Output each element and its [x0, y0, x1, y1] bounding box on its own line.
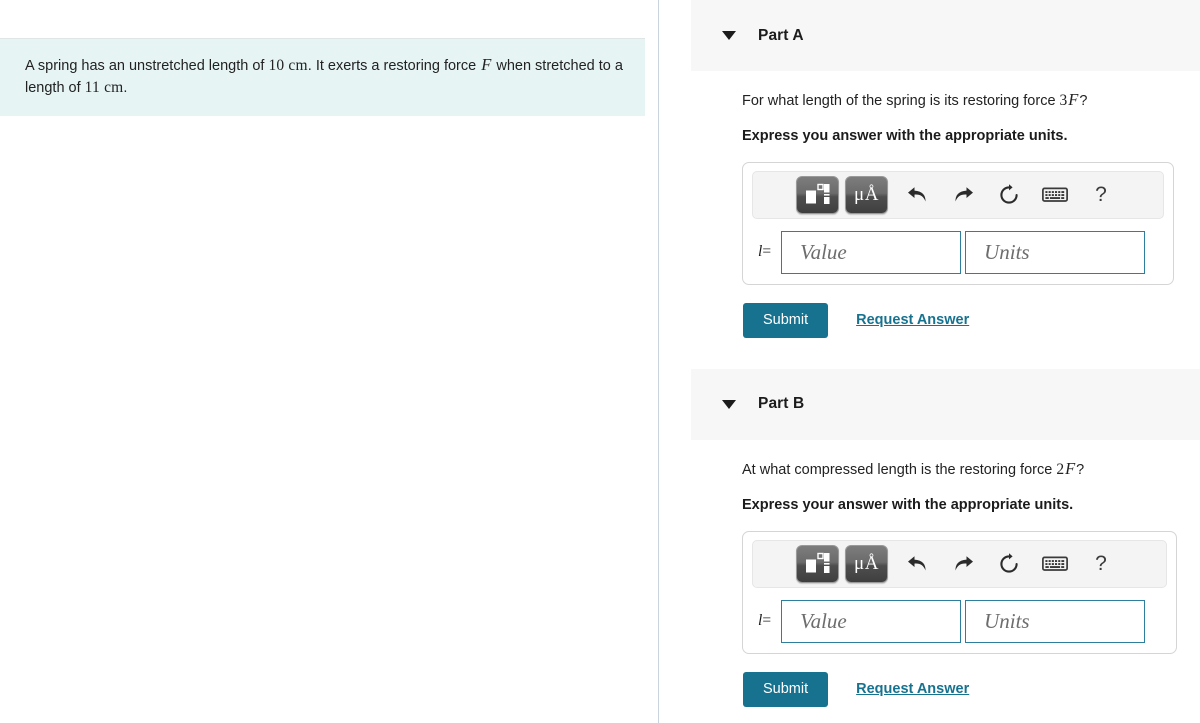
help-icon: ?	[1095, 551, 1107, 575]
template-icon	[806, 184, 830, 205]
part-a-answer-label: l=	[758, 243, 771, 261]
part-b-answer-equals: =	[762, 612, 772, 630]
part-a-toolbar: μÅ ?	[752, 170, 1164, 219]
part-b-question-prefix: At what compressed length is the restori…	[742, 461, 1057, 478]
part-b-instruction: Express your answer with the appropriate…	[742, 496, 1074, 513]
keyboard-button[interactable]	[1032, 176, 1078, 214]
part-a-value-input[interactable]: Value	[781, 230, 962, 274]
part-b-coefficient: 2	[1056, 460, 1065, 478]
problem-text-end: .	[123, 80, 128, 97]
part-b-answer-label: l=	[758, 612, 771, 630]
part-a-submit-button[interactable]: Submit	[743, 302, 829, 338]
redo-icon	[954, 556, 973, 571]
part-b-question-suffix: ?	[1076, 461, 1085, 478]
units-icon-button[interactable]: μÅ	[845, 544, 888, 583]
problem-text-before: A spring has an unstretched length of	[25, 58, 269, 74]
part-section-a: Part A For what length of the spring is …	[660, 0, 1200, 338]
undo-icon	[907, 556, 926, 571]
part-b-header[interactable]: Part B	[691, 368, 1200, 440]
part-b-submit-button[interactable]: Submit	[743, 671, 829, 707]
triangle-down-icon[interactable]	[722, 399, 736, 409]
reset-button[interactable]	[986, 545, 1032, 583]
undo-icon	[907, 187, 926, 202]
part-a-request-answer-link[interactable]: Request Answer	[856, 312, 969, 328]
template-icon-button[interactable]	[796, 544, 839, 583]
part-b-body: At what compressed length is the restori…	[660, 440, 1200, 707]
part-a-force-symbol: F	[1068, 90, 1079, 109]
template-icon	[806, 553, 830, 574]
part-b-question: At what compressed length is the restori…	[742, 440, 1200, 481]
units-icon-label: μÅ	[854, 184, 879, 206]
part-a-instruction: Express you answer with the appropriate …	[742, 127, 1068, 144]
part-a-title: Part A	[758, 26, 804, 44]
part-b-units-input[interactable]: Units	[965, 599, 1146, 643]
part-a-question-prefix: For what length of the spring is its res…	[742, 93, 1060, 109]
keyboard-button[interactable]	[1032, 545, 1078, 583]
help-button[interactable]: ?	[1078, 176, 1124, 214]
redo-button[interactable]	[940, 545, 986, 583]
problem-unstretched-length: 10 cm	[268, 57, 308, 74]
part-a-answer-row: l= Value Units	[752, 230, 1164, 274]
problem-stretched-length: 11 cm	[84, 79, 124, 97]
part-b-answer-box: μÅ ? l= Value Units	[742, 530, 1177, 654]
keyboard-icon	[1042, 557, 1068, 572]
problem-panel: A spring has an unstretched length of 10…	[0, 0, 659, 723]
part-a-body: For what length of the spring is its res…	[660, 71, 1200, 338]
part-b-submit-row: Submit Request Answer	[742, 671, 1200, 707]
undo-button[interactable]	[894, 545, 940, 583]
parts-panel: Part A For what length of the spring is …	[660, 0, 1200, 723]
units-icon-label: μÅ	[854, 553, 879, 575]
template-icon-button[interactable]	[796, 175, 839, 214]
undo-button[interactable]	[894, 176, 940, 214]
part-a-submit-row: Submit Request Answer	[742, 302, 1200, 338]
part-b-value-input[interactable]: Value	[781, 599, 962, 643]
help-button[interactable]: ?	[1078, 545, 1124, 583]
part-a-question: For what length of the spring is its res…	[742, 71, 1200, 112]
part-b-toolbar: μÅ ?	[752, 539, 1167, 588]
part-a-units-input[interactable]: Units	[965, 230, 1146, 274]
part-a-header[interactable]: Part A	[691, 0, 1200, 71]
force-symbol: F	[481, 55, 492, 74]
part-b-title: Part B	[758, 395, 805, 413]
help-icon: ?	[1095, 182, 1107, 206]
triangle-down-icon[interactable]	[722, 31, 736, 40]
part-a-answer-box: μÅ ? l= Value Units	[742, 161, 1174, 285]
keyboard-icon	[1042, 188, 1068, 203]
part-a-answer-equals: =	[762, 243, 772, 261]
problem-statement: A spring has an unstretched length of 10…	[0, 38, 645, 116]
reset-button[interactable]	[986, 176, 1032, 214]
problem-text-middle: . It exerts a restoring force	[307, 58, 481, 74]
units-icon-button[interactable]: μÅ	[845, 175, 888, 214]
redo-icon	[954, 187, 973, 202]
part-a-question-suffix: ?	[1079, 93, 1088, 109]
redo-button[interactable]	[940, 176, 986, 214]
reset-icon	[1000, 184, 1018, 204]
part-b-request-answer-link[interactable]: Request Answer	[856, 681, 969, 697]
page-root: A spring has an unstretched length of 10…	[0, 0, 1200, 723]
part-b-force-symbol: F	[1065, 458, 1076, 478]
part-b-answer-row: l= Value Units	[752, 599, 1167, 643]
part-section-b: Part B At what compressed length is the …	[660, 368, 1200, 707]
reset-icon	[1000, 553, 1018, 573]
